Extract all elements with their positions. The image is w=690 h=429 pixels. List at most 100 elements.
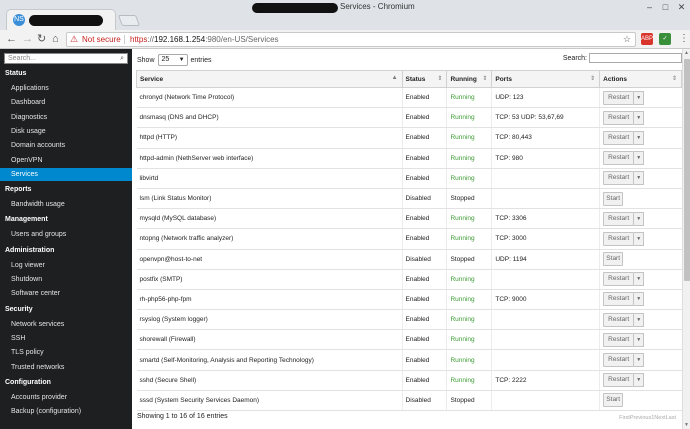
sidebar-search-input[interactable]: Search... ⌕ (4, 53, 128, 64)
sidebar-item-software-center[interactable]: Software center (0, 287, 132, 300)
restart-button[interactable]: Restart (603, 110, 635, 125)
forward-icon[interactable]: → (22, 33, 33, 45)
actions-dropdown-icon[interactable]: ▼ (634, 130, 645, 145)
sidebar-item-accounts-provider[interactable]: Accounts provider (0, 391, 132, 404)
restart-button[interactable]: Restart (603, 231, 635, 246)
sidebar-item-ssh[interactable]: SSH (0, 332, 132, 345)
sidebar-item-network-services[interactable]: Network services (0, 318, 132, 331)
actions-dropdown-icon[interactable]: ▼ (634, 272, 645, 287)
table-row: ntopng (Network traffic analyzer) Enabled… (136, 228, 682, 250)
restart-button[interactable]: Restart (603, 90, 635, 105)
new-tab-button[interactable] (117, 15, 141, 26)
browser-menu-icon[interactable]: ⋮ (679, 33, 689, 45)
sidebar-item-tls-policy[interactable]: TLS policy (0, 346, 132, 359)
service-running-state: Running (446, 107, 492, 129)
sidebar-item-dashboard[interactable]: Dashboard (0, 96, 132, 109)
pagination[interactable]: FirstPrevious1NextLast (619, 415, 676, 421)
back-icon[interactable]: ← (6, 33, 17, 45)
address-bar[interactable]: ⚠ Not secure https://192.168.1.254:980/e… (66, 32, 636, 47)
sidebar-item-users-and-groups[interactable]: Users and groups (0, 228, 132, 241)
restart-button[interactable]: Restart (603, 373, 635, 388)
maximize-icon[interactable]: □ (661, 3, 670, 12)
service-actions: Restart ▼ (599, 370, 682, 391)
extension-check-icon[interactable]: ✓ (659, 33, 671, 45)
service-actions: Restart ▼ (599, 148, 682, 169)
column-header-actions[interactable]: Actions ⇕ (599, 70, 682, 88)
restart-button[interactable]: Restart (603, 272, 635, 287)
sidebar-item-diagnostics[interactable]: Diagnostics (0, 111, 132, 124)
column-header-ports[interactable]: Ports ⇕ (491, 70, 601, 88)
actions-dropdown-icon[interactable]: ▼ (634, 231, 645, 246)
actions-dropdown-icon[interactable]: ▼ (634, 211, 645, 226)
actions-dropdown-icon[interactable]: ▼ (634, 90, 645, 105)
scroll-up-icon[interactable]: ▲ (684, 50, 689, 56)
actions-dropdown-icon[interactable]: ▼ (634, 151, 645, 166)
sidebar-item-domain-accounts[interactable]: Domain accounts (0, 139, 132, 152)
url-text[interactable]: https://192.168.1.254:980/en-US/Services (130, 33, 279, 46)
search-icon[interactable]: ⌕ (120, 54, 124, 63)
column-header-status[interactable]: Status ⇕ (401, 70, 448, 88)
actions-dropdown-icon[interactable]: ▼ (634, 110, 645, 125)
restart-button[interactable]: Restart (603, 353, 635, 368)
sidebar-item-services[interactable]: Services (0, 167, 132, 181)
browser-tab[interactable]: NS (6, 9, 116, 30)
table-row: libvirtd Enabled Running Restart ▼ (136, 168, 682, 189)
tab-title-redaction (29, 15, 103, 26)
start-button[interactable]: Start (603, 252, 624, 267)
service-actions: Restart ▼ (599, 309, 682, 331)
service-status: Disabled (401, 390, 447, 412)
sidebar-item-bandwidth-usage[interactable]: Bandwidth usage (0, 198, 132, 211)
sort-icon: ⇕ (590, 76, 596, 82)
restart-button[interactable]: Restart (603, 130, 635, 145)
sidebar-item-log-viewer[interactable]: Log viewer (0, 259, 132, 272)
sidebar-item-openvpn[interactable]: OpenVPN (0, 154, 132, 167)
service-running-state: Running (446, 309, 492, 331)
scrollbar-thumb[interactable] (684, 59, 690, 281)
column-header-service[interactable]: Service ▲ (136, 70, 403, 88)
service-status: Enabled (401, 107, 447, 129)
restart-button[interactable]: Restart (603, 151, 635, 166)
home-icon[interactable]: ⌂ (52, 33, 59, 45)
start-button[interactable]: Start (603, 393, 624, 408)
reload-icon[interactable]: ↻ (37, 33, 46, 45)
minimize-icon[interactable]: – (645, 3, 654, 12)
sort-asc-icon: ▲ (391, 75, 398, 81)
sidebar-item-shutdown[interactable]: Shutdown (0, 273, 132, 286)
entries-length-select[interactable]: 25 ▼ (157, 54, 188, 66)
security-label[interactable]: Not secure (82, 33, 121, 46)
service-actions: Restart ▼ (599, 168, 682, 189)
sidebar-item-disk-usage[interactable]: Disk usage (0, 125, 132, 138)
actions-dropdown-icon[interactable]: ▼ (634, 292, 645, 307)
page-scrollbar[interactable]: ▲ ▼ (682, 49, 690, 429)
scroll-down-icon[interactable]: ▼ (684, 422, 689, 428)
table-search-input[interactable] (589, 53, 682, 63)
warning-icon[interactable]: ⚠ (70, 33, 78, 46)
service-running-state: Stopped (446, 390, 492, 412)
bookmark-star-icon[interactable]: ☆ (623, 33, 631, 46)
actions-dropdown-icon[interactable]: ▼ (634, 312, 645, 327)
service-ports: TCP: 980 (491, 148, 600, 169)
sidebar-item-trusted-networks[interactable]: Trusted networks (0, 361, 132, 374)
sidebar-item-backup-configuration[interactable]: Backup (configuration) (0, 405, 132, 418)
adblock-extension-icon[interactable]: ABP (641, 33, 653, 45)
close-icon[interactable]: ✕ (677, 3, 686, 12)
omnibox-divider (124, 35, 125, 44)
actions-dropdown-icon[interactable]: ▼ (634, 171, 645, 186)
restart-button[interactable]: Restart (603, 312, 635, 327)
service-actions: Restart ▼ (599, 269, 682, 290)
actions-dropdown-icon[interactable]: ▼ (634, 353, 645, 368)
sidebar-item-applications[interactable]: Applications (0, 82, 132, 95)
actions-dropdown-icon[interactable]: ▼ (634, 332, 645, 347)
service-name: sshd (Secure Shell) (136, 370, 403, 391)
start-button[interactable]: Start (603, 191, 624, 206)
restart-button[interactable]: Restart (603, 332, 635, 347)
actions-dropdown-icon[interactable]: ▼ (634, 373, 645, 388)
restart-button[interactable]: Restart (603, 171, 635, 186)
column-header-running[interactable]: Running ⇕ (446, 70, 493, 88)
table-row: sssd (System Security Services Daemon) Di… (136, 390, 682, 412)
sort-icon: ⇕ (437, 76, 443, 82)
service-status: Enabled (401, 289, 447, 311)
restart-button[interactable]: Restart (603, 292, 635, 307)
restart-button[interactable]: Restart (603, 211, 635, 226)
service-ports: TCP: 80,443 (491, 127, 600, 149)
